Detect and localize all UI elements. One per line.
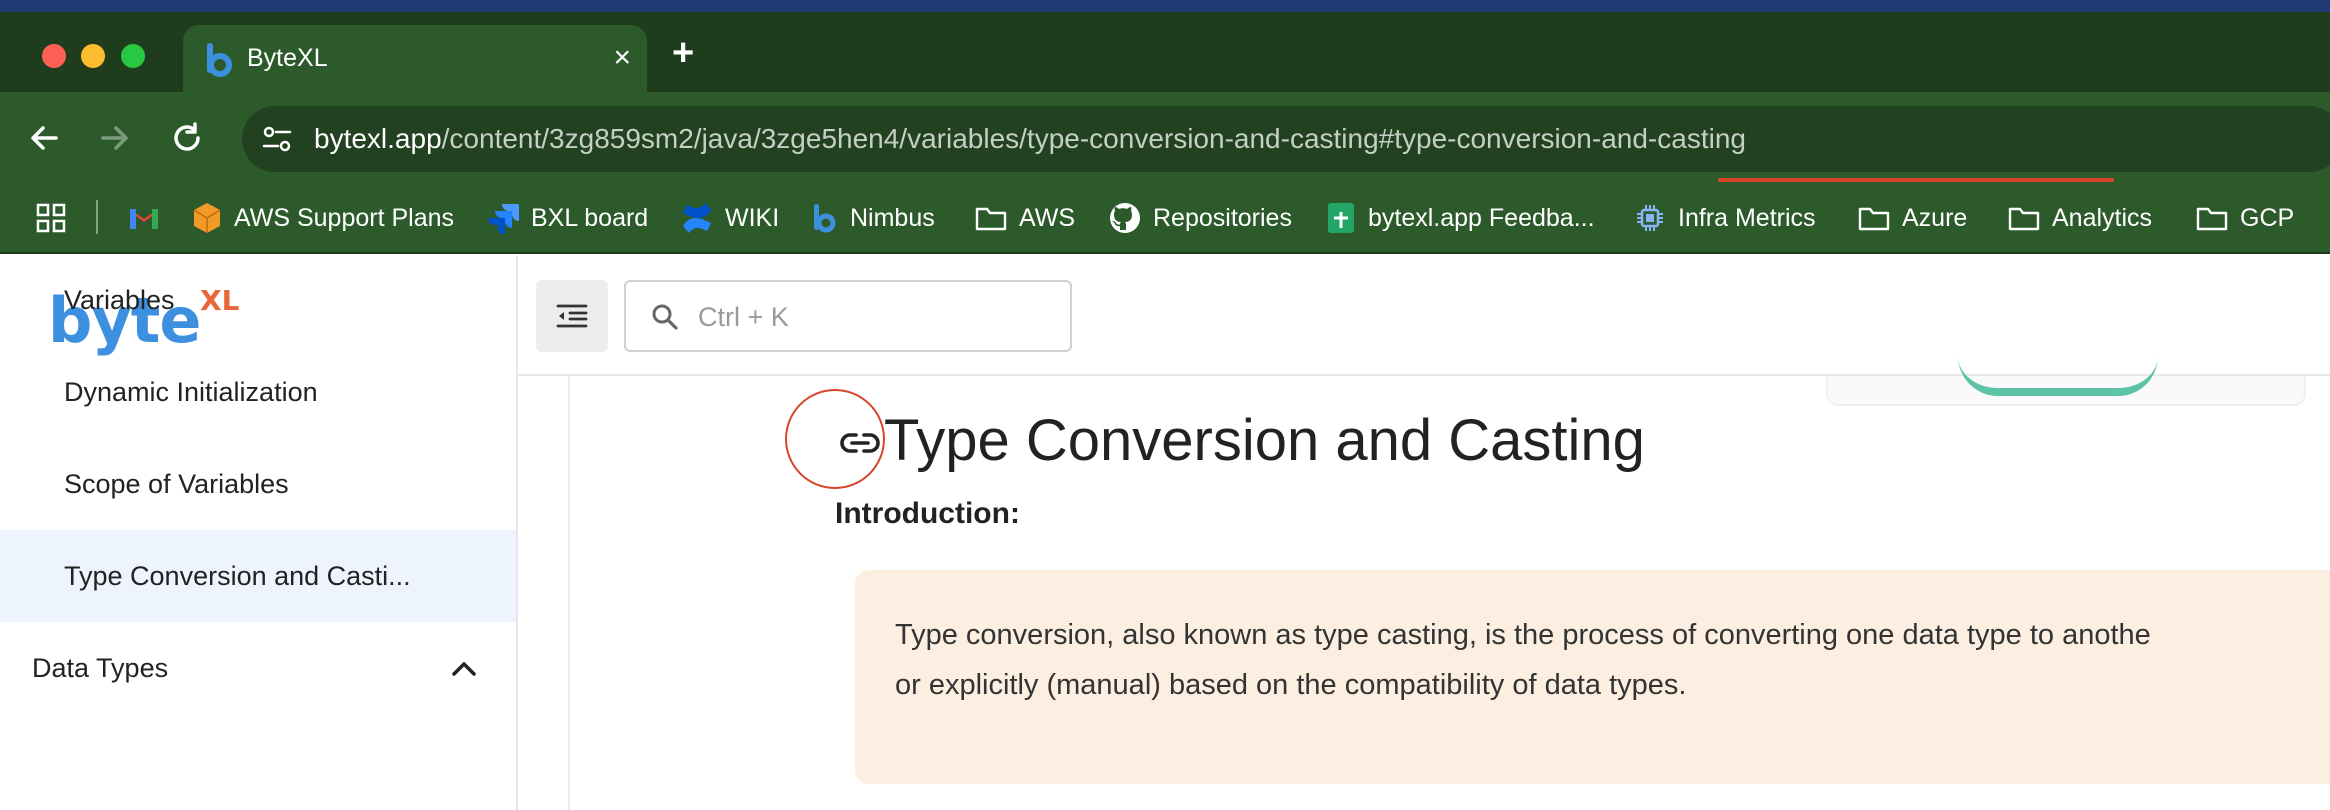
desktop-strip bbox=[0, 0, 2330, 12]
bookmark-aws-support[interactable]: AWS Support Plans bbox=[192, 198, 454, 238]
search-icon bbox=[652, 304, 678, 330]
callout-line-1: Type conversion, also known as type cast… bbox=[895, 619, 2151, 651]
url-path: /content/3zg859sm2/java/3zge5hen4/variab… bbox=[441, 123, 1746, 154]
bookmark-nimbus[interactable]: Nimbus bbox=[812, 198, 935, 238]
apps-grid-icon bbox=[36, 203, 66, 233]
minimize-window-button[interactable] bbox=[81, 44, 105, 68]
toggle-sidebar-button[interactable] bbox=[536, 280, 608, 352]
bookmark-label: Analytics bbox=[2052, 204, 2153, 232]
bookmark-analytics-folder[interactable]: Analytics bbox=[2008, 198, 2152, 238]
jira-icon bbox=[488, 204, 519, 234]
bookmark-label: BXL board bbox=[531, 204, 649, 232]
sidebar-item-label: Type Conversion and Casti... bbox=[64, 561, 411, 591]
bookmark-label: AWS Support Plans bbox=[234, 204, 455, 232]
bookmark-azure-folder[interactable]: Azure bbox=[1858, 198, 1967, 238]
reload-icon bbox=[174, 122, 200, 151]
aws-cube-icon bbox=[193, 203, 221, 233]
sidebar-item-label: Scope of Variables bbox=[64, 469, 289, 499]
bookmark-gcp-folder[interactable]: GCP bbox=[2196, 198, 2294, 238]
link-anchor-icon[interactable] bbox=[839, 430, 881, 456]
folder-icon bbox=[975, 207, 1007, 231]
folder-icon bbox=[2008, 207, 2040, 231]
arrow-left-icon bbox=[31, 126, 58, 150]
tab-title: ByteXL bbox=[247, 44, 328, 72]
apps-bookmark[interactable] bbox=[36, 198, 78, 238]
sidebar-item-label: Dynamic Initialization bbox=[64, 377, 318, 407]
sidebar-item-type-conversion[interactable]: Type Conversion and Casti... bbox=[0, 530, 516, 622]
bytexl-favicon-icon bbox=[207, 43, 232, 77]
sidebar-item-dynamic-initialization[interactable]: Dynamic Initialization bbox=[0, 346, 516, 438]
url-fragment-underline bbox=[1718, 178, 2114, 182]
bookmark-wiki[interactable]: WIKI bbox=[681, 198, 779, 238]
decorative-teal-arc bbox=[1958, 356, 2158, 396]
browser-titlebar: ByteXL × + bbox=[0, 0, 2330, 97]
gmail-bookmark[interactable] bbox=[128, 198, 172, 238]
callout-text: Type conversion, also known as type cast… bbox=[895, 610, 2330, 710]
github-icon bbox=[1110, 203, 1140, 233]
callout-line-2: or explicitly (manual) based on the comp… bbox=[895, 669, 1687, 701]
close-tab-icon[interactable]: × bbox=[613, 40, 631, 76]
site-settings-icon[interactable] bbox=[260, 122, 294, 156]
bookmarks-bar: AWS Support Plans BXL board WIKI Nimbus … bbox=[0, 184, 2330, 254]
arrow-right-icon bbox=[101, 126, 128, 150]
url-text[interactable]: bytexl.app/content/3zg859sm2/java/3zge5h… bbox=[314, 120, 1746, 158]
new-tab-button[interactable]: + bbox=[672, 33, 694, 73]
course-sidebar: byte XL Variables Dynamic Initialization… bbox=[0, 256, 518, 810]
introduction-label: Introduction: bbox=[835, 497, 1020, 530]
bookmark-aws-folder[interactable]: AWS bbox=[975, 198, 1075, 238]
bookmark-repositories[interactable]: Repositories bbox=[1109, 198, 1292, 238]
bookmark-label: WIKI bbox=[725, 204, 780, 232]
page-heading: Type Conversion and Casting bbox=[884, 408, 1645, 473]
address-bar[interactable]: bytexl.app/content/3zg859sm2/java/3zge5h… bbox=[242, 106, 2330, 182]
sidebar-section-label: Data Types bbox=[32, 653, 169, 683]
definition-callout: Type conversion, also known as type cast… bbox=[855, 570, 2330, 784]
sidebar-item-scope-of-variables[interactable]: Scope of Variables bbox=[0, 438, 516, 530]
search-input[interactable]: Ctrl + K bbox=[624, 280, 1072, 352]
chevron-up-icon[interactable] bbox=[450, 622, 478, 714]
bookmark-label: Azure bbox=[1902, 204, 1968, 232]
search-placeholder: Ctrl + K bbox=[698, 302, 789, 332]
browser-toolbar: bytexl.app/content/3zg859sm2/java/3zge5h… bbox=[0, 92, 2330, 184]
maximize-window-button[interactable] bbox=[121, 44, 145, 68]
back-button[interactable] bbox=[24, 118, 64, 158]
bookmark-infra-metrics[interactable]: Infra Metrics bbox=[1634, 198, 1816, 238]
bookmark-label: AWS bbox=[1019, 204, 1076, 232]
sidebar-item-variables[interactable]: Variables bbox=[0, 254, 516, 346]
bookmark-label: Repositories bbox=[1153, 204, 1292, 232]
content-divider bbox=[568, 376, 570, 810]
confluence-icon bbox=[683, 203, 711, 233]
chip-icon bbox=[1637, 205, 1663, 231]
close-window-button[interactable] bbox=[42, 44, 66, 68]
bytexl-b-icon bbox=[814, 204, 836, 233]
browser-tab-active[interactable]: ByteXL × bbox=[183, 25, 647, 97]
bookmark-label: bytexl.app Feedba... bbox=[1368, 204, 1595, 232]
bookmark-label: Nimbus bbox=[850, 204, 935, 232]
sidebar-section-data-types[interactable]: Data Types bbox=[0, 622, 516, 714]
bookmark-separator bbox=[96, 200, 98, 234]
bookmark-feedback[interactable]: bytexl.app Feedba... bbox=[1326, 198, 1595, 238]
url-host: bytexl.app bbox=[314, 123, 442, 154]
sidebar-item-label: Variables bbox=[64, 285, 175, 315]
bookmark-label: GCP bbox=[2240, 204, 2295, 232]
folder-icon bbox=[2196, 207, 2228, 231]
reload-button[interactable] bbox=[167, 118, 207, 158]
forward-button[interactable] bbox=[95, 118, 135, 158]
gmail-icon bbox=[130, 209, 158, 229]
google-sheets-icon bbox=[1328, 203, 1354, 233]
bookmark-bxl-board[interactable]: BXL board bbox=[487, 198, 648, 238]
collapse-menu-icon bbox=[556, 304, 588, 328]
folder-icon bbox=[1858, 207, 1890, 231]
bookmark-label: Infra Metrics bbox=[1678, 204, 1816, 232]
